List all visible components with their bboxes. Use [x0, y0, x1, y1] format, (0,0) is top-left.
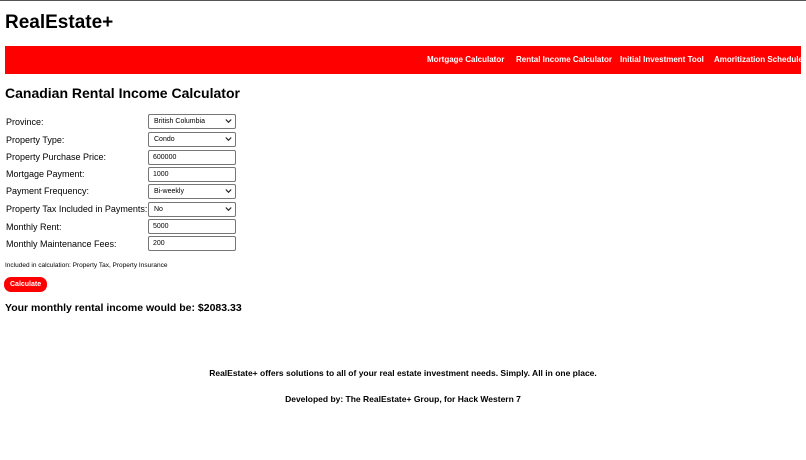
property-type-select[interactable]: Condo: [148, 132, 236, 147]
maintenance-fees-input[interactable]: 200: [148, 236, 236, 251]
payment-frequency-value: Bi-weekly: [154, 188, 184, 195]
monthly-rent-input[interactable]: 5000: [148, 219, 236, 234]
province-select[interactable]: British Columbia: [148, 114, 236, 129]
chevron-down-icon: [225, 189, 232, 194]
mortgage-payment-label: Mortgage Payment:: [6, 169, 85, 179]
nav-rental-income-calculator[interactable]: Rental Income Calculator: [516, 54, 612, 65]
monthly-rent-label: Monthly Rent:: [6, 222, 62, 232]
chevron-down-icon: [225, 137, 232, 142]
chevron-down-icon: [225, 119, 232, 124]
footer-tagline: RealEstate+ offers solutions to all of y…: [209, 368, 597, 378]
chevron-down-icon: [225, 207, 232, 212]
nav-amoritization-schedule[interactable]: Amoritization Schedule: [714, 54, 803, 65]
payment-frequency-select[interactable]: Bi-weekly: [148, 184, 236, 199]
calculate-button[interactable]: Calculate: [4, 277, 48, 292]
result-text: Your monthly rental income would be: $20…: [5, 302, 242, 314]
purchase-price-label: Property Purchase Price:: [6, 152, 107, 162]
province-label: Province:: [6, 117, 44, 127]
purchase-price-input[interactable]: 600000: [148, 150, 236, 165]
nav-mortgage-calculator[interactable]: Mortgage Calculator: [427, 54, 504, 65]
payment-frequency-label: Payment Frequency:: [6, 186, 90, 196]
maintenance-fees-label: Monthly Maintenance Fees:: [6, 239, 117, 249]
footer-credits: Developed by: The RealEstate+ Group, for…: [285, 394, 521, 404]
tax-included-value: No: [154, 206, 163, 213]
province-value: British Columbia: [154, 118, 205, 125]
site-title: RealEstate+: [5, 12, 114, 33]
nav-initial-investment-tool[interactable]: Initial Investment Tool: [620, 54, 704, 65]
tax-included-label: Property Tax Included in Payments:: [6, 204, 148, 214]
calculation-note: Included in calculation: Property Tax, P…: [5, 262, 168, 269]
page-heading: Canadian Rental Income Calculator: [5, 85, 240, 101]
property-type-value: Condo: [154, 136, 175, 143]
top-navbar: Mortgage Calculator Rental Income Calcul…: [5, 46, 803, 74]
property-type-label: Property Type:: [6, 135, 65, 145]
tax-included-select[interactable]: No: [148, 202, 236, 217]
mortgage-payment-input[interactable]: 1000: [148, 167, 236, 182]
